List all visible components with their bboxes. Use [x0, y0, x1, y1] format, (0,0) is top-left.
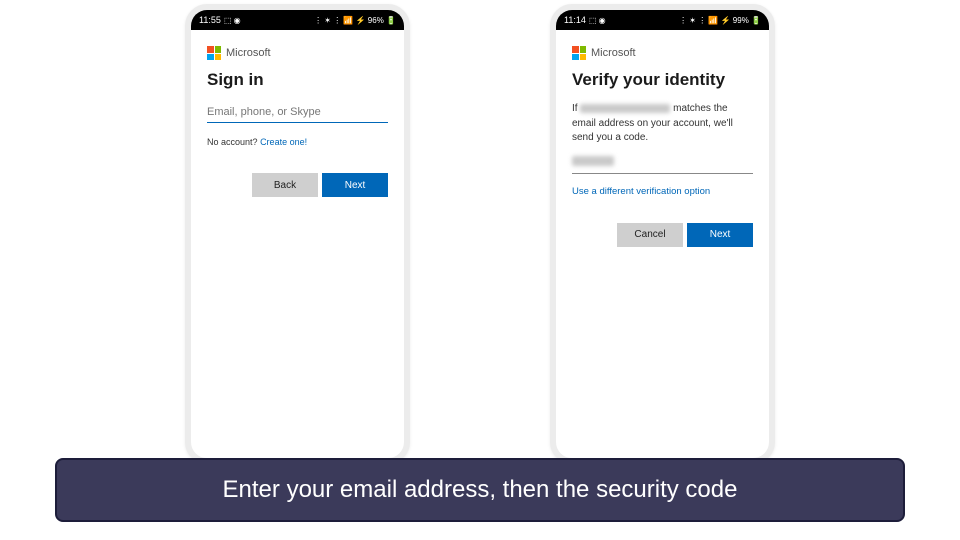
verify-heading: Verify your identity	[572, 70, 753, 90]
redacted-email: xxxxx	[580, 104, 670, 113]
status-tray-icons: ⬚ ◉	[224, 16, 241, 25]
brand-label: Microsoft	[591, 47, 636, 59]
status-time: 11:55	[199, 15, 221, 25]
different-verification-link[interactable]: Use a different verification option	[572, 186, 753, 197]
microsoft-logo-icon	[207, 46, 221, 60]
next-button[interactable]: Next	[322, 173, 388, 197]
no-account-label: No account?	[207, 137, 258, 147]
no-account-text: No account? Create one!	[207, 137, 388, 147]
phone-verify: 11:14 ⬚ ◉ ⋮ ✶ ⋮ 📶 ⚡ 99% 🔋 Microsoft Veri…	[550, 4, 775, 464]
phone-signin: 11:55 ⬚ ◉ ⋮ ✶ ⋮ 📶 ⚡ 96% 🔋 Microsoft Sign…	[185, 4, 410, 464]
status-right-icons: ⋮ ✶ ⋮ 📶 ⚡ 99% 🔋	[679, 16, 761, 25]
code-input[interactable]	[572, 156, 753, 174]
next-button[interactable]: Next	[687, 223, 753, 247]
brand-label: Microsoft	[226, 47, 271, 59]
status-tray-icons: ⬚ ◉	[589, 16, 606, 25]
create-account-link[interactable]: Create one!	[260, 137, 307, 147]
email-input[interactable]	[207, 102, 388, 123]
verify-body-pre: If	[572, 103, 580, 114]
back-button[interactable]: Back	[252, 173, 318, 197]
redacted-code	[572, 156, 614, 166]
status-right-icons: ⋮ ✶ ⋮ 📶 ⚡ 96% 🔋	[314, 16, 396, 25]
microsoft-logo-icon	[572, 46, 586, 60]
instruction-caption: Enter your email address, then the secur…	[55, 458, 905, 522]
microsoft-brand: Microsoft	[572, 46, 753, 60]
signin-heading: Sign in	[207, 70, 388, 90]
verify-body: If xxxxx matches the email address on yo…	[572, 102, 753, 146]
status-time: 11:14	[564, 15, 586, 25]
microsoft-brand: Microsoft	[207, 46, 388, 60]
cancel-button[interactable]: Cancel	[617, 223, 683, 247]
